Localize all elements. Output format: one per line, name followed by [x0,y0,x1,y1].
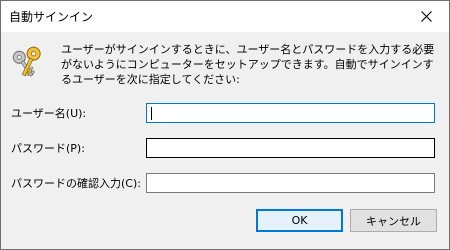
confirm-password-label: パスワードの確認入力(C): [11,177,141,190]
text-caret [151,107,152,120]
close-icon [420,11,432,22]
confirm-password-input[interactable] [146,173,435,193]
cancel-button[interactable]: キャンセル [350,209,437,232]
password-label: パスワード(P): [11,142,85,155]
username-label: ユーザー名(U): [11,107,87,120]
close-button[interactable] [403,1,449,32]
password-input[interactable] [146,138,435,158]
username-input[interactable] [146,103,435,123]
dialog-title: 自動サインイン [9,10,94,24]
ok-button[interactable]: OK [256,209,343,232]
key-pair-icon [12,46,41,77]
title-bar: 自動サインイン [1,1,449,32]
auto-signin-dialog: 自動サインイン ユーザーがサインインするときに、ユーザー名とパスワードを入力する… [0,0,450,250]
instruction-text: ユーザーがサインインするときに、ユーザー名とパスワードを入力する必要がないように… [61,43,435,86]
